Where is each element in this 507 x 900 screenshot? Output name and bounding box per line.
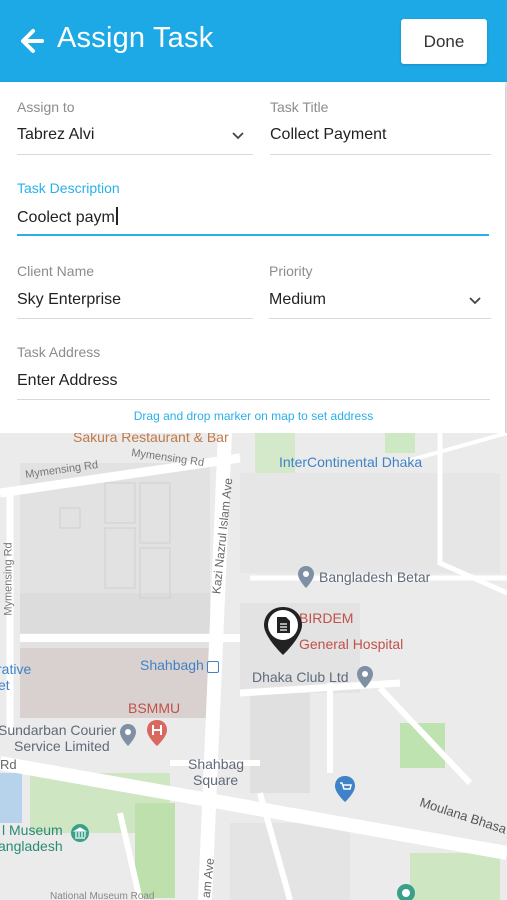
priority-value: Medium xyxy=(269,291,326,308)
poi-birdem[interactable]: BIRDEM xyxy=(299,610,353,626)
road-label: Mymensing Rd xyxy=(2,542,15,616)
chevron-down-icon xyxy=(232,132,244,140)
poi-sakura-restaurant[interactable]: Sakura Restaurant & Bar xyxy=(73,433,229,445)
task-description-field[interactable]: Task Description Coolect paym xyxy=(17,180,489,236)
hospital-pin-icon xyxy=(147,720,167,746)
task-address-value: Enter Address xyxy=(17,372,118,389)
metro-icon xyxy=(207,661,219,673)
done-button[interactable]: Done xyxy=(401,19,487,64)
poi-dhaka-club[interactable]: Dhaka Club Ltd xyxy=(252,669,349,685)
poi-shahbag-square-2[interactable]: Square xyxy=(193,772,238,788)
drag-marker-icon[interactable] xyxy=(262,605,304,657)
poi-et: et xyxy=(0,677,10,693)
priority-select[interactable]: Priority Medium xyxy=(269,263,491,319)
poi-bangladesh-betar[interactable]: Bangladesh Betar xyxy=(319,569,430,585)
poi-shahbag-square[interactable]: Shahbag xyxy=(188,756,244,772)
poi-rative: rative xyxy=(0,661,32,677)
text-cursor xyxy=(115,207,118,225)
app-header: Assign Task Done xyxy=(0,0,507,82)
road-label: National Museum Road xyxy=(50,891,155,900)
location-pin-icon xyxy=(357,666,373,688)
client-name-field[interactable]: Client Name Sky Enterprise xyxy=(17,263,253,319)
poi-national-museum[interactable]: l Museum xyxy=(2,822,63,838)
poi-intercontinental[interactable]: InterContinental Dhaka xyxy=(279,454,422,470)
task-description-text-wrap: Coolect paym xyxy=(17,207,118,227)
chevron-down-icon xyxy=(469,297,481,305)
map-hint: Drag and drop marker on map to set addre… xyxy=(133,409,374,423)
priority-underline xyxy=(269,318,491,319)
poi-bsmmu[interactable]: BSMMU xyxy=(128,700,180,716)
assign-to-label: Assign to xyxy=(17,99,75,115)
back-arrow-icon[interactable] xyxy=(20,28,44,54)
task-description-label: Task Description xyxy=(17,180,120,196)
place-icon xyxy=(397,884,415,900)
task-address-underline xyxy=(17,399,490,400)
location-pin-icon xyxy=(120,724,136,746)
task-title-underline xyxy=(270,154,491,155)
assign-to-value: Tabrez Alvi xyxy=(17,126,95,143)
task-title-value: Collect Payment xyxy=(270,126,387,143)
task-address-label: Task Address xyxy=(17,344,101,360)
poi-birdem-hospital[interactable]: General Hospital xyxy=(299,636,403,652)
priority-label: Priority xyxy=(269,263,313,279)
task-title-field[interactable]: Task Title Collect Payment xyxy=(270,99,491,155)
poi-national-museum-2[interactable]: angladesh xyxy=(0,838,63,854)
task-form: Assign to Tabrez Alvi Task Title Collect… xyxy=(0,82,505,433)
task-address-field[interactable]: Task Address Enter Address xyxy=(17,344,490,400)
poi-sundarban-service[interactable]: Service Limited xyxy=(14,738,110,754)
assign-to-underline xyxy=(17,154,253,155)
poi-shahbagh[interactable]: Shahbagh xyxy=(140,657,204,673)
museum-icon xyxy=(71,824,89,842)
assign-to-select[interactable]: Assign to Tabrez Alvi xyxy=(17,99,253,155)
poi-sundarban[interactable]: Sundarban Courier xyxy=(0,722,116,738)
location-pin-icon xyxy=(298,566,314,588)
road-label: Rd xyxy=(0,757,17,772)
client-name-value: Sky Enterprise xyxy=(17,291,122,308)
map-view[interactable]: Sakura Restaurant & Bar InterContinental… xyxy=(0,433,507,900)
task-description-underline xyxy=(17,234,489,236)
shopping-cart-pin-icon xyxy=(335,776,355,802)
page-title: Assign Task xyxy=(57,22,214,54)
task-description-value: Coolect paym xyxy=(17,209,115,226)
client-name-label: Client Name xyxy=(17,263,95,279)
client-name-underline xyxy=(17,318,253,319)
task-title-label: Task Title xyxy=(270,99,329,115)
